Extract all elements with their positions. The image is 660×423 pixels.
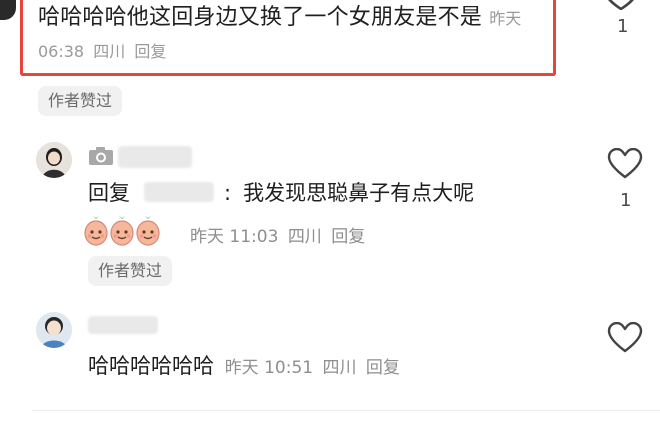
reply-comment[interactable]: 回复: 我发现思聪鼻子有点大呢 [88,178,474,208]
like-count: 1 [617,16,629,37]
comment-meta: 昨天 11:03 四川 回复 [190,222,365,247]
username-redacted [118,146,192,168]
comment-text: 我发现思聪鼻子有点大呢 [243,181,475,205]
avatar-fragment[interactable] [0,0,16,20]
author-liked-badge: 作者赞过 [88,256,173,286]
mention-redacted [144,182,214,202]
heart-icon[interactable] [603,0,639,10]
comment-location: 四川 [93,42,126,61]
heart-icon[interactable] [607,322,643,354]
like-count: 1 [620,190,632,211]
avatar[interactable] [36,312,72,348]
comment-time: 昨天 10:51 [224,358,314,378]
comment-location: 四川 [322,358,357,378]
peach-face-emoji [110,216,134,246]
comment-time: 昨天 11:03 [190,227,279,247]
comment-meta: 昨天 10:51 四川 回复 [225,358,400,378]
reply-button[interactable]: 回复 [331,227,365,247]
comment-text: 哈哈哈哈哈哈 [88,354,214,378]
heart-icon[interactable] [607,148,643,180]
camera-icon [88,146,114,170]
comment-text: 哈哈哈哈他这回身边又换了一个女朋友是不是 [38,5,483,30]
comment-location: 四川 [287,227,322,247]
author-liked-badge: 作者赞过 [38,86,123,116]
reply-button[interactable]: 回复 [366,358,400,378]
avatar[interactable] [36,142,72,178]
third-comment[interactable]: 哈哈哈哈哈哈 昨天 10:51 四川 回复 [88,351,400,383]
peach-face-emoji [84,216,108,246]
top-comment[interactable]: 哈哈哈哈他这回身边又换了一个女朋友是不是 昨天 06:38 四川 回复 [38,2,554,68]
emoji-row [84,216,160,246]
username-redacted [88,316,158,334]
reply-button[interactable]: 回复 [134,42,166,61]
divider [32,410,660,411]
reply-colon: : [224,181,232,205]
peach-face-emoji [136,216,160,246]
reply-prefix: 回复 [88,181,130,205]
